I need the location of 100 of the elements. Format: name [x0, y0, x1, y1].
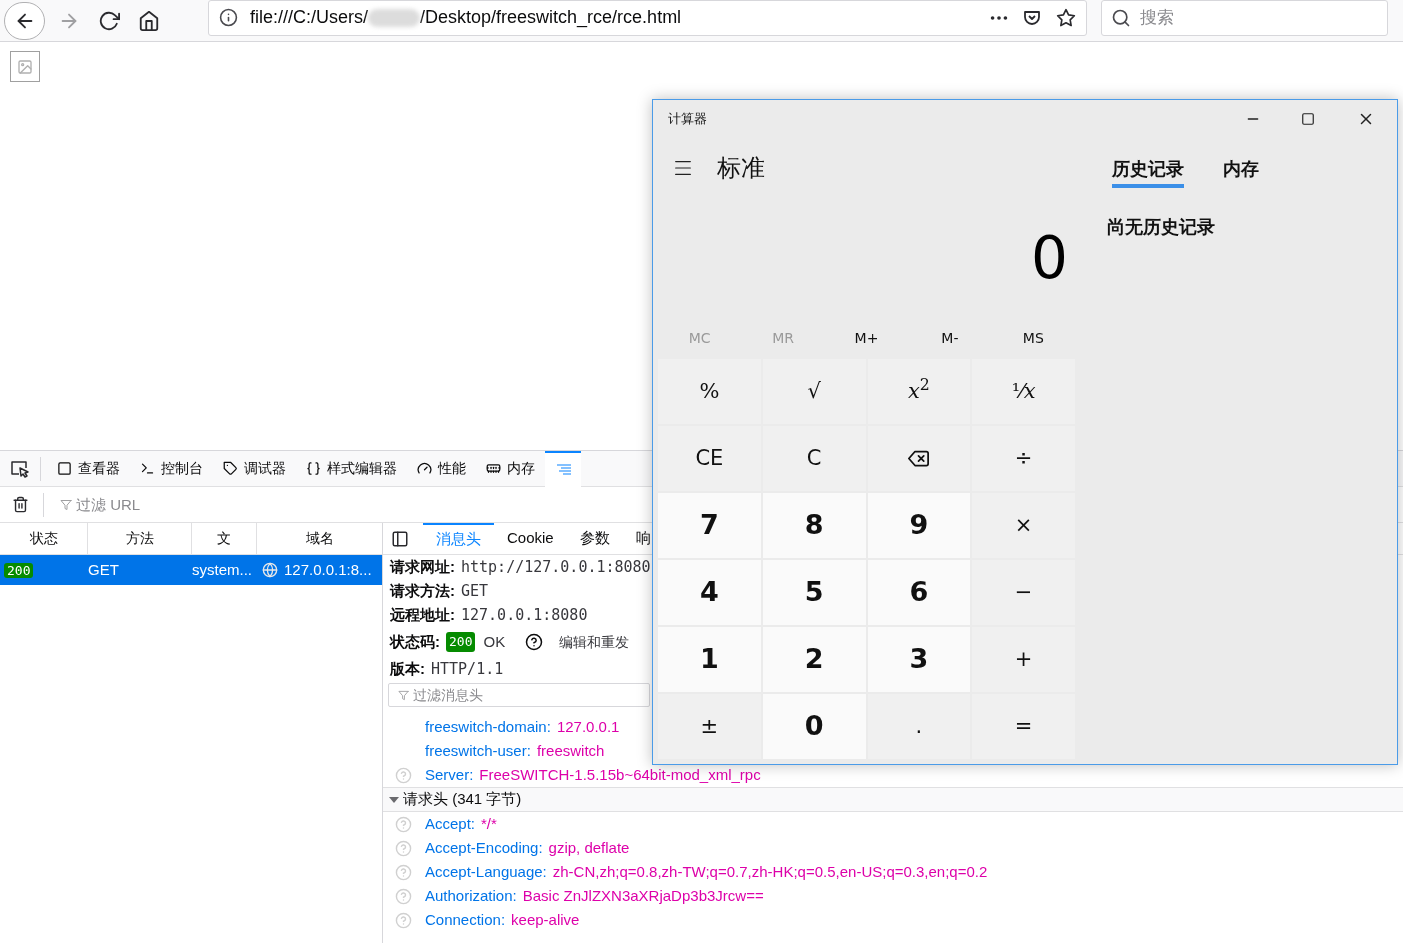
summary-label: 远程地址: — [390, 604, 455, 625]
calculator-key[interactable]: ¹⁄x — [972, 359, 1075, 424]
header-value: */* — [481, 813, 497, 834]
summary-value: http://127.0.0.1:8080 — [461, 556, 651, 578]
gauge-icon — [417, 461, 432, 476]
devtools-tab[interactable]: 控制台 — [130, 450, 213, 487]
url-text: file:///C:/Users/ — [250, 6, 369, 29]
calculator-key[interactable]: × — [972, 493, 1075, 558]
calculator-key[interactable]: . — [867, 694, 971, 759]
calculator-key[interactable]: 0 — [762, 694, 866, 759]
header-value: gzip, deflate — [548, 837, 630, 858]
calculator-key[interactable]: 1 — [658, 627, 761, 692]
calculator-key[interactable]: % — [658, 359, 761, 424]
tag-icon — [223, 461, 238, 476]
backspace-icon — [908, 448, 930, 469]
back-button[interactable] — [4, 1, 45, 40]
summary-label: 版本: — [390, 658, 425, 679]
details-tab[interactable]: 消息头 — [423, 522, 494, 555]
memory-button[interactable]: M+ — [824, 327, 909, 349]
calculator-key[interactable]: C — [762, 426, 866, 491]
panel-toggle-icon[interactable] — [391, 529, 409, 548]
filter-url-field[interactable]: 过滤 URL — [60, 490, 620, 519]
filter-headers-field[interactable]: 过滤消息头 — [388, 683, 650, 707]
calculator-key[interactable]: 5 — [762, 560, 866, 625]
header-name: Accept-Language: — [425, 861, 547, 882]
domain-cell-text: 127.0.0.1:8... — [284, 559, 372, 580]
info-icon[interactable] — [219, 8, 238, 27]
globe-icon — [262, 562, 278, 578]
status-text: OK — [483, 631, 506, 652]
display-value: 0 — [1031, 222, 1068, 294]
calculator-key[interactable]: = — [972, 694, 1075, 759]
reload-icon — [98, 9, 120, 32]
calculator-key[interactable]: 2 — [762, 627, 866, 692]
calculator-key[interactable]: √ — [762, 359, 866, 424]
calculator-key[interactable]: + — [972, 627, 1075, 692]
summary-label: 请求网址: — [390, 556, 455, 577]
header-name: Accept-Encoding: — [425, 837, 543, 858]
backspace-key[interactable] — [867, 426, 971, 491]
star-icon[interactable] — [1056, 7, 1076, 28]
summary-label: 状态码: — [390, 631, 440, 652]
maximize-icon[interactable] — [1301, 112, 1315, 126]
calculator-key[interactable]: CE — [658, 426, 761, 491]
search-field[interactable]: 搜索 — [1101, 0, 1388, 36]
column-header[interactable]: 方法 — [88, 523, 192, 554]
details-tab[interactable]: Cookie — [494, 522, 567, 555]
calculator-key[interactable]: 3 — [867, 627, 971, 692]
header-name: Connection: — [425, 909, 506, 930]
summary-label: 请求方法: — [390, 580, 455, 601]
calculator-key[interactable]: − — [972, 560, 1075, 625]
devtools-tab[interactable]: 样式编辑器 — [296, 450, 407, 487]
edit-resend-button[interactable]: 编辑和重发 — [559, 631, 630, 653]
calculator-key[interactable]: 4 — [658, 560, 761, 625]
summary-value: 127.0.0.1:8080 — [461, 604, 588, 626]
header-name: Accept: — [425, 813, 476, 834]
devtools-tab[interactable] — [545, 450, 581, 487]
memory-button[interactable]: MS — [991, 327, 1075, 349]
lines-icon — [555, 463, 571, 476]
panel-tab[interactable]: 内存 — [1223, 148, 1259, 188]
header-name: freeswitch-domain: — [425, 716, 551, 737]
calculator-key[interactable]: x$^{2}$ — [867, 359, 971, 424]
calculator-key[interactable]: 9 — [867, 493, 971, 558]
summary-value: GET — [461, 580, 489, 602]
devtools-tab[interactable]: 内存 — [476, 450, 545, 487]
column-header[interactable]: 文 — [192, 523, 257, 554]
trash-icon[interactable] — [12, 496, 29, 513]
header-value: FreeSWITCH-1.5.15b~64bit-mod_xml_rpc — [479, 764, 761, 785]
help-icon[interactable] — [525, 633, 544, 651]
details-tab[interactable]: 响 — [622, 522, 651, 555]
details-tab[interactable]: 参数 — [566, 522, 623, 555]
search-icon — [1111, 7, 1131, 28]
header-value: zh-CN,zh;q=0.8,zh-TW;q=0.7,zh-HK;q=0.5,en-US;q=0.3,en;q=0.2 — [552, 861, 988, 882]
header-value: freeswitch — [536, 740, 605, 761]
address-bar[interactable]: file:///C:/Users/ /Desktop/freeswitch_rce/rce.html — [208, 0, 1087, 36]
column-header[interactable]: 状态 — [0, 523, 88, 554]
devtools-tab[interactable]: 查看器 — [47, 450, 130, 487]
picker-icon[interactable] — [10, 459, 30, 478]
filter-icon — [60, 498, 72, 511]
section-header[interactable]: 请求头 (341 字节) — [383, 787, 1403, 812]
filter-icon — [398, 690, 409, 701]
column-header[interactable]: 域名 — [257, 523, 383, 554]
calculator-key[interactable]: 8 — [762, 493, 866, 558]
calculator-key[interactable]: 6 — [867, 560, 971, 625]
header-value: 127.0.0.1 — [556, 716, 620, 737]
calculator-key[interactable]: ÷ — [972, 426, 1075, 491]
mode-title: 标准 — [717, 153, 765, 184]
request-row[interactable]: 200 GET system... 127.0.0.1:8... — [0, 555, 382, 585]
calculator-key[interactable]: ± — [658, 694, 761, 759]
devtools-tab[interactable]: 性能 — [407, 450, 476, 487]
caret-icon — [389, 795, 399, 804]
header-value: keep-alive — [511, 909, 580, 930]
header-name: Authorization: — [425, 885, 517, 906]
home-icon — [138, 9, 160, 32]
devtools-tab[interactable]: 调试器 — [213, 450, 296, 487]
window-title: 计算器 — [668, 110, 707, 129]
memory-button[interactable]: M- — [908, 327, 992, 349]
panel-tab[interactable]: 历史记录 — [1112, 148, 1184, 188]
calculator-key[interactable]: 7 — [658, 493, 761, 558]
braces-icon — [306, 461, 321, 476]
broken-image-icon — [10, 51, 40, 82]
memory-chip-icon — [486, 461, 501, 476]
